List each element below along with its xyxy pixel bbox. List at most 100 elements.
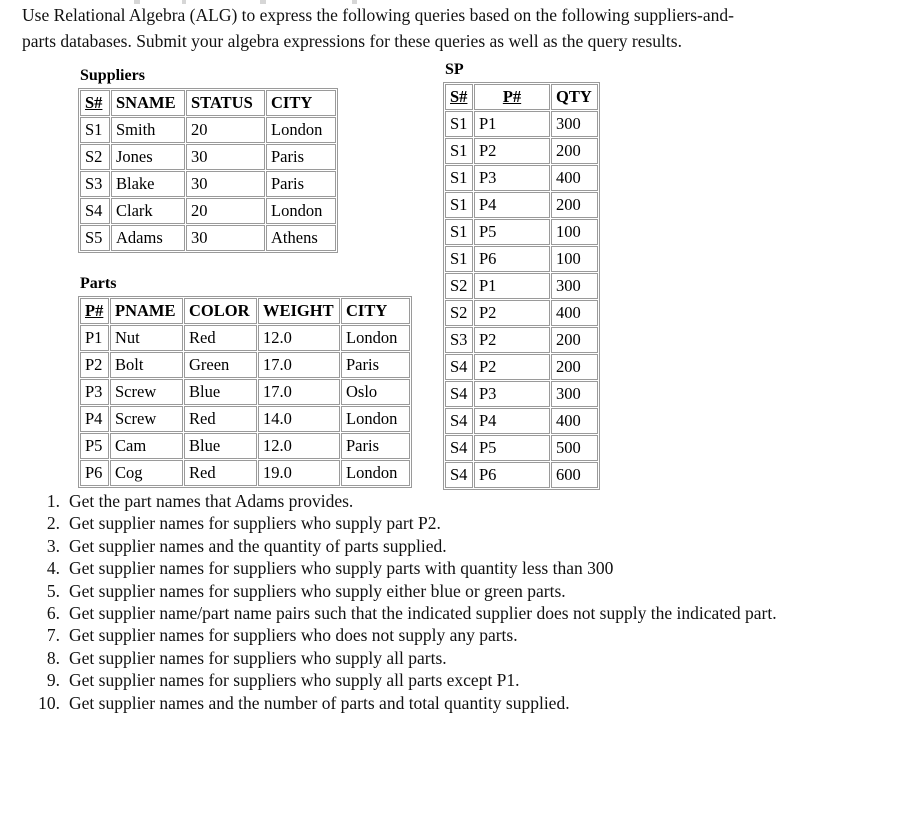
- suppliers-table-block: Suppliers S# SNAME STATUS CITY S1 Smith 20…: [78, 66, 338, 253]
- query-text: Get supplier name/part name pairs such t…: [69, 603, 777, 624]
- table-cell: P6: [474, 246, 550, 272]
- table-cell: 19.0: [258, 460, 340, 486]
- table-cell: 200: [551, 138, 598, 164]
- column-header-sname: SNAME: [111, 90, 185, 116]
- intro-line-2: parts databases. Submit your algebra exp…: [22, 31, 682, 51]
- table-row: P2 Bolt Green 17.0 Paris: [80, 352, 410, 378]
- table-row: S1 P1 300: [445, 111, 598, 137]
- table-row: S4 P3 300: [445, 381, 598, 407]
- column-header-qty: QTY: [551, 84, 598, 110]
- table-cell: S1: [445, 246, 473, 272]
- table-cell: Paris: [341, 433, 410, 459]
- column-header-pname: PNAME: [110, 298, 183, 324]
- table-header-row: S# P# QTY: [445, 84, 598, 110]
- table-row: S1 P4 200: [445, 192, 598, 218]
- suppliers-table: S# SNAME STATUS CITY S1 Smith 20 London S2 Jo…: [78, 88, 338, 253]
- table-cell: 300: [551, 111, 598, 137]
- query-number: 7.: [46, 625, 60, 646]
- column-header-supplier-id: S#: [80, 90, 110, 116]
- parts-table: P# PNAME COLOR WEIGHT CITY P1 Nut Red 12.0 L…: [78, 296, 412, 488]
- table-cell: P1: [80, 325, 109, 351]
- table-cell: S4: [445, 435, 473, 461]
- table-row: S1 P6 100: [445, 246, 598, 272]
- query-number: 8.: [46, 647, 60, 668]
- parts-table-title: Parts: [80, 275, 117, 292]
- table-cell: Paris: [341, 352, 410, 378]
- table-cell: 400: [551, 165, 598, 191]
- table-row: S4 P2 200: [445, 354, 598, 380]
- query-number: 10.: [38, 692, 60, 713]
- table-cell: P3: [474, 165, 550, 191]
- query-list: 1. Get the part names that Adams provides…: [30, 490, 830, 714]
- table-cell: S4: [445, 381, 473, 407]
- query-text: Get supplier names for suppliers who sup…: [69, 647, 447, 668]
- table-cell: London: [266, 198, 336, 224]
- query-text: Get supplier names for suppliers who sup…: [69, 558, 614, 579]
- table-cell: 12.0: [258, 433, 340, 459]
- sp-table-title: SP: [445, 61, 464, 78]
- table-row: S5 Adams 30 Athens: [80, 225, 336, 251]
- table-cell: London: [266, 117, 336, 143]
- suppliers-table-body: S1 Smith 20 London S2 Jones 30 Paris S3 Blake 30 Pa…: [80, 117, 336, 251]
- column-header-part-id: P#: [474, 84, 550, 110]
- table-cell: P6: [80, 460, 109, 486]
- sp-table: S# P# QTY S1 P1 300 S1 P2 200 S1 P3 400 S1 P4 200 S1…: [443, 82, 600, 490]
- query-list-item: 3. Get supplier names and the quantity of…: [30, 535, 830, 557]
- table-cell: P2: [474, 327, 550, 353]
- table-cell: P4: [474, 192, 550, 218]
- table-cell: S1: [445, 111, 473, 137]
- query-list-item: 2. Get supplier names for suppliers who s…: [30, 512, 830, 534]
- query-list-item: 9. Get supplier names for suppliers who s…: [30, 669, 830, 691]
- table-cell: P2: [474, 354, 550, 380]
- column-header-weight: WEIGHT: [258, 298, 340, 324]
- table-row: P1 Nut Red 12.0 London: [80, 325, 410, 351]
- query-text: Get supplier names and the quantity of p…: [69, 535, 447, 556]
- table-cell: Screw: [110, 379, 183, 405]
- table-cell: 300: [551, 381, 598, 407]
- table-cell: Blue: [184, 379, 257, 405]
- table-cell: 30: [186, 225, 265, 251]
- table-cell: Bolt: [110, 352, 183, 378]
- table-cell: P4: [474, 408, 550, 434]
- table-cell: P2: [474, 138, 550, 164]
- table-cell: S1: [80, 117, 110, 143]
- table-cell: S3: [445, 327, 473, 353]
- table-cell: 400: [551, 300, 598, 326]
- table-cell: Red: [184, 406, 257, 432]
- intro-paragraph: Use Relational Algebra (ALG) to express …: [22, 2, 880, 54]
- table-cell: P3: [80, 379, 109, 405]
- table-cell: London: [341, 325, 410, 351]
- table-cell: P5: [474, 219, 550, 245]
- table-row: S3 Blake 30 Paris: [80, 171, 336, 197]
- table-cell: 17.0: [258, 379, 340, 405]
- query-text: Get supplier names for suppliers who doe…: [69, 625, 518, 646]
- query-text: Get supplier names and the number of par…: [69, 692, 570, 713]
- table-cell: Smith: [111, 117, 185, 143]
- table-row: S1 P5 100: [445, 219, 598, 245]
- table-cell: London: [341, 460, 410, 486]
- table-cell: 30: [186, 171, 265, 197]
- table-cell: 100: [551, 246, 598, 272]
- column-header-city: CITY: [341, 298, 410, 324]
- column-header-supplier-id: S#: [445, 84, 473, 110]
- table-cell: S2: [445, 273, 473, 299]
- table-row: S4 P4 400: [445, 408, 598, 434]
- table-row: S1 P3 400: [445, 165, 598, 191]
- table-cell: P6: [474, 462, 550, 488]
- table-cell: S3: [80, 171, 110, 197]
- table-cell: Cog: [110, 460, 183, 486]
- table-row: S4 P6 600: [445, 462, 598, 488]
- table-cell: 12.0: [258, 325, 340, 351]
- table-cell: 200: [551, 354, 598, 380]
- table-cell: 400: [551, 408, 598, 434]
- query-number: 3.: [46, 535, 60, 556]
- table-row: S2 P2 400: [445, 300, 598, 326]
- table-cell: S4: [445, 462, 473, 488]
- table-cell: 20: [186, 198, 265, 224]
- table-cell: Oslo: [341, 379, 410, 405]
- column-header-part-id: P#: [80, 298, 109, 324]
- table-cell: Nut: [110, 325, 183, 351]
- parts-table-body: P1 Nut Red 12.0 London P2 Bolt Green 17.0 Paris P3…: [80, 325, 410, 486]
- table-cell: 200: [551, 327, 598, 353]
- table-cell: Jones: [111, 144, 185, 170]
